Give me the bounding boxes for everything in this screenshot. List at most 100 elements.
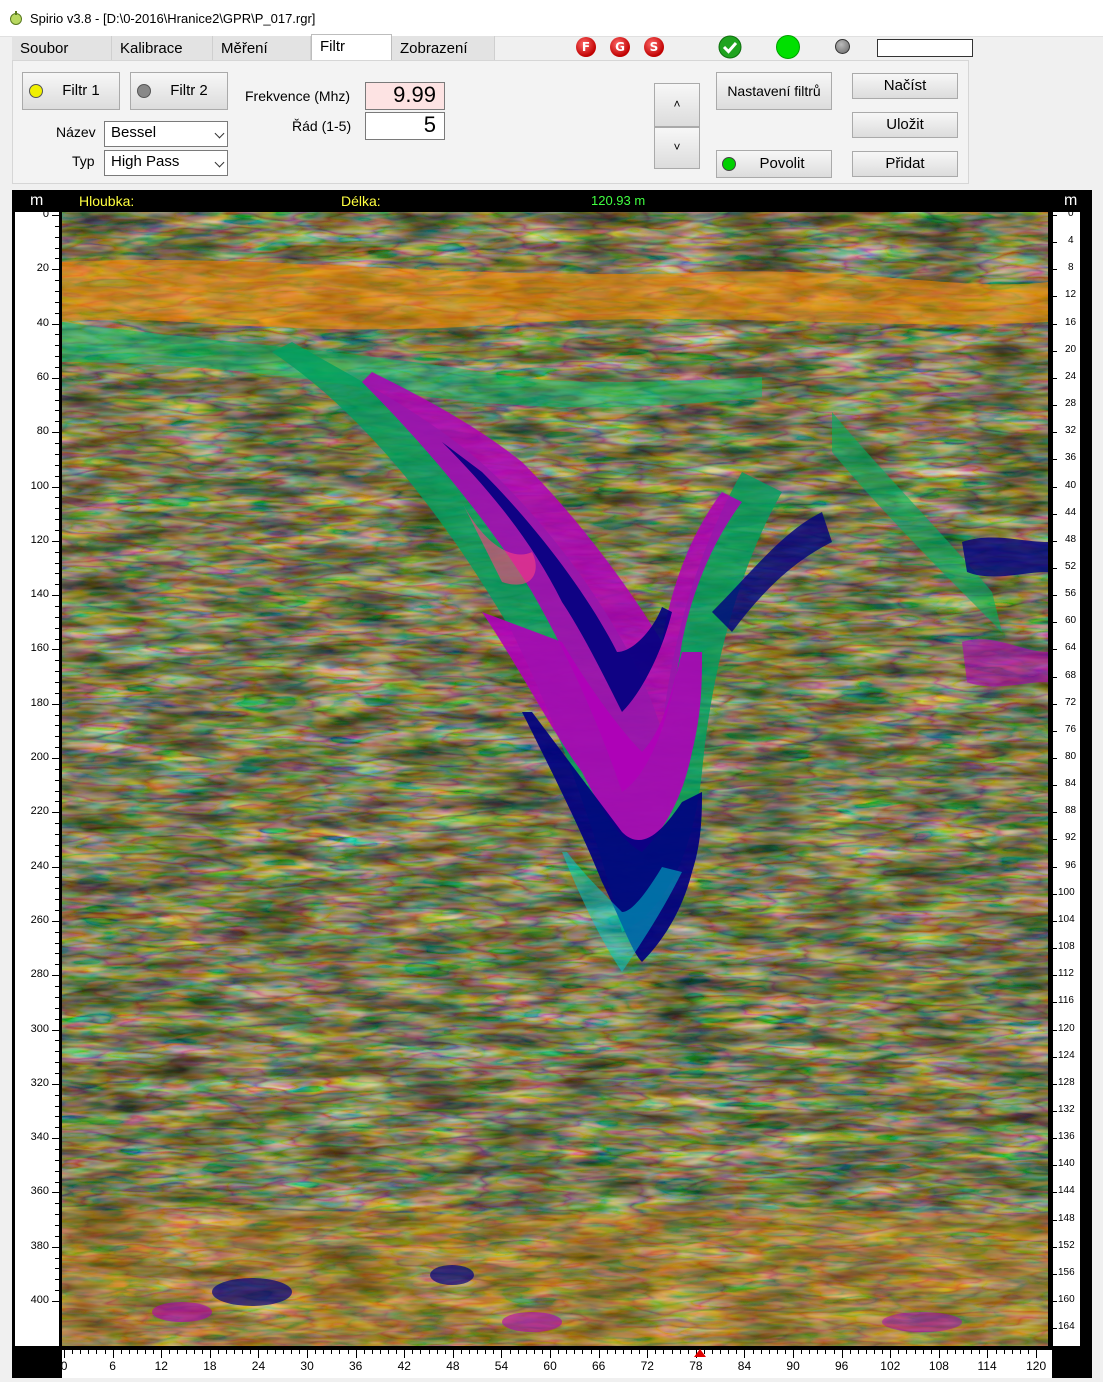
depth-minor-tick (55, 1105, 59, 1107)
length-minor-tick (541, 1350, 543, 1354)
right-tick-label: 44 (1065, 506, 1077, 518)
right-tick-label: 4 (1068, 235, 1074, 247)
status-green-indicator (776, 35, 800, 59)
depth-tick-label: 40 (36, 316, 49, 329)
right-tick-mark (1053, 1165, 1057, 1167)
povolit-button[interactable]: Povolit (716, 150, 832, 178)
radargram-plot (62, 212, 1048, 1346)
length-minor-tick (379, 1350, 381, 1354)
progress-box (877, 39, 973, 57)
length-tick-label: 54 (494, 1359, 509, 1373)
position-marker-icon[interactable] (694, 1349, 706, 1357)
tab-mereni[interactable]: Měření (213, 36, 311, 60)
up-button[interactable]: ˄ (654, 83, 700, 127)
length-tick-mark (355, 1350, 357, 1358)
right-tick-label: 152 (1058, 1239, 1075, 1251)
depth-minor-tick (55, 236, 59, 238)
depth-tick-mark (52, 432, 59, 434)
freq-label: Frekvence (Mhz) (245, 88, 351, 104)
depth-minor-tick (55, 638, 59, 640)
left-unit-label: m (30, 192, 44, 209)
length-tick-mark (647, 1350, 649, 1358)
rad-input[interactable]: 5 (365, 112, 445, 140)
freq-input[interactable]: 9.99 (365, 82, 445, 110)
right-tick-mark (1053, 975, 1057, 977)
pridat-button[interactable]: Přidat (852, 151, 958, 177)
tab-kalibrace[interactable]: Kalibrace (112, 36, 213, 60)
depth-tick-label: 160 (30, 642, 49, 655)
right-tick-mark (1053, 730, 1057, 732)
depth-minor-tick (55, 399, 59, 401)
nazev-select[interactable]: Bessel (104, 121, 228, 147)
depth-tick-label: 360 (30, 1185, 49, 1198)
depth-tick-label: 340 (30, 1131, 49, 1144)
length-minor-tick (104, 1350, 106, 1354)
depth-minor-tick (55, 671, 59, 673)
right-tick-mark (1053, 1083, 1057, 1085)
length-minor-tick (120, 1350, 122, 1354)
length-minor-tick (639, 1350, 641, 1354)
length-minor-tick (250, 1350, 252, 1354)
filtr2-button[interactable]: Filtr 2 (130, 72, 228, 110)
chevron-down-icon (214, 128, 225, 139)
depth-minor-tick (55, 823, 59, 825)
right-tick-mark (1053, 893, 1057, 895)
right-tick-label: 40 (1065, 479, 1077, 491)
depth-minor-tick (55, 1170, 59, 1172)
right-tick-mark (1053, 242, 1057, 244)
right-tick-mark (1053, 758, 1057, 759)
depth-tick-label: 0 (42, 208, 49, 220)
right-tick-label: 164 (1058, 1321, 1075, 1333)
radargram-image[interactable] (62, 212, 1048, 1346)
right-tick-label: 80 (1065, 751, 1077, 762)
filtr1-button[interactable]: Filtr 1 (22, 72, 120, 110)
depth-minor-tick (55, 1181, 59, 1183)
down-button[interactable]: ˅ (654, 127, 700, 169)
s-button[interactable]: S (644, 37, 664, 57)
depth-minor-tick (55, 291, 59, 293)
depth-tick-mark (52, 1083, 59, 1085)
depth-minor-tick (55, 1040, 59, 1042)
nacist-button[interactable]: Načíst (852, 73, 958, 99)
length-minor-tick (509, 1350, 511, 1354)
right-tick-label: 32 (1065, 425, 1077, 437)
typ-select[interactable]: High Pass (104, 150, 228, 176)
length-minor-tick (412, 1350, 414, 1354)
right-tick-label: 124 (1058, 1049, 1075, 1061)
status-gray-indicator (835, 39, 850, 54)
length-minor-tick (995, 1350, 997, 1354)
length-minor-tick (582, 1350, 584, 1354)
tab-soubor[interactable]: Soubor (12, 36, 112, 60)
length-minor-tick (315, 1350, 317, 1354)
depth-minor-tick (55, 1018, 59, 1020)
tab-zobrazeni[interactable]: Zobrazení (392, 36, 495, 60)
depth-minor-tick (55, 931, 59, 933)
length-minor-tick (444, 1350, 446, 1354)
depth-tick-label: 280 (30, 968, 49, 981)
depth-minor-tick (55, 1279, 59, 1281)
right-tick-mark (1053, 812, 1057, 814)
title-bar: Spirio v3.8 - [D:\0-2016\Hranice2\GPR\P_… (0, 0, 1103, 37)
length-minor-tick (96, 1350, 98, 1354)
length-tick-mark (452, 1350, 454, 1358)
right-tick-label: 156 (1058, 1266, 1075, 1278)
length-tick-label: 18 (203, 1359, 217, 1373)
ulozit-button[interactable]: Uložit (852, 112, 958, 138)
right-tick-label: 100 (1058, 886, 1075, 898)
nastaveni-filtru-button[interactable]: Nastavení filtrů (716, 72, 832, 110)
depth-minor-tick (55, 551, 59, 553)
right-tick-label: 112 (1058, 968, 1074, 980)
length-minor-tick (420, 1350, 422, 1354)
length-tick-mark (550, 1350, 551, 1358)
g-button[interactable]: G (610, 37, 630, 57)
f-button[interactable]: F (576, 37, 596, 57)
length-minor-tick (784, 1350, 786, 1354)
right-tick-mark (1053, 432, 1057, 434)
length-tick-label: 24 (251, 1359, 266, 1373)
tab-filtr[interactable]: Filtr (311, 34, 392, 61)
length-minor-tick (145, 1350, 146, 1354)
right-tick-mark (1053, 1110, 1057, 1112)
length-minor-tick (153, 1350, 155, 1354)
depth-minor-tick (55, 258, 59, 260)
right-tick-label: 0 (1068, 208, 1074, 219)
